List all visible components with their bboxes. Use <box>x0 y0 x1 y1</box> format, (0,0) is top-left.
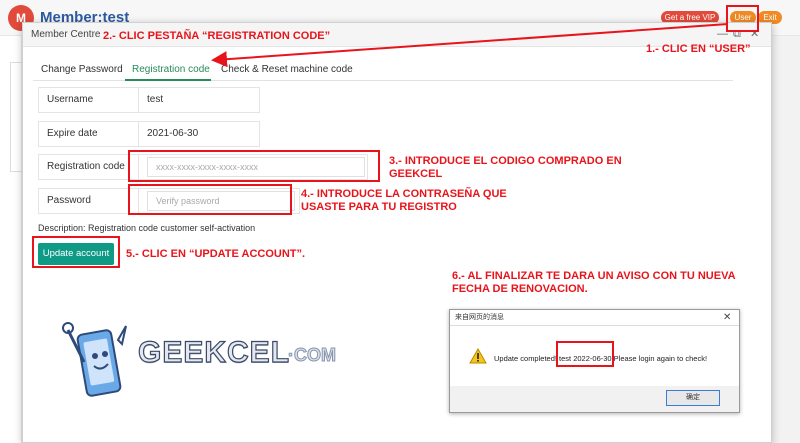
annotation-box-user <box>726 5 759 32</box>
warning-icon <box>469 348 487 364</box>
annotation-step-5: 5.- CLIC EN “UPDATE ACCOUNT”. <box>126 248 306 260</box>
annotation-box-password <box>128 184 292 215</box>
brand-watermark: GEEKCEL <box>137 335 291 369</box>
background-panel-edge <box>10 62 22 172</box>
dialog-ok-button[interactable]: 确定 <box>666 390 720 406</box>
expire-date-label: Expire date <box>39 122 139 146</box>
tab-bar: Change Password Registration code Check … <box>33 57 733 81</box>
annotation-step-4: 4.- INTRODUCE LA CONTRASEÑA QUE USASTE P… <box>301 188 507 213</box>
annotation-box-new-date <box>556 341 614 367</box>
username-row: Username test <box>38 87 260 113</box>
username-value: test <box>147 94 164 105</box>
password-label: Password <box>39 189 139 213</box>
annotation-box-registration-code <box>128 150 380 182</box>
phone-mascot-icon <box>62 322 127 397</box>
expire-date-row: Expire date 2021-06-30 <box>38 121 260 147</box>
tab-change-password[interactable]: Change Password <box>41 64 123 75</box>
registration-code-label: Registration code <box>39 155 139 179</box>
modal-title: Member Centre <box>31 29 101 40</box>
annotation-box-update-account <box>32 236 120 268</box>
annotation-step-6: 6.- AL FINALIZAR TE DARA UN AVISO CON TU… <box>452 270 736 295</box>
description-text: Description: Registration code customer … <box>38 223 256 233</box>
dialog-close-icon[interactable]: ✕ <box>723 312 731 323</box>
username-label: Username <box>39 88 139 112</box>
screenshot-stage: M Member:test Get a free VIP User Exit M… <box>0 0 800 443</box>
dialog-title: 来自网页的消息 <box>450 310 739 326</box>
background-right-panel <box>772 36 800 443</box>
annotation-step-3: 3.- INTRODUCE EL CODIGO COMPRADO EN GEEK… <box>389 155 622 180</box>
active-tab-indicator <box>125 79 211 81</box>
annotation-step-2: 2.- CLIC PESTAÑA “REGISTRATION CODE” <box>103 30 331 42</box>
brand-watermark-suffix: ·COM <box>288 345 337 366</box>
annotation-step-1: 1.- CLIC EN “USER” <box>646 43 751 55</box>
tab-registration-code[interactable]: Registration code <box>132 64 210 75</box>
tab-check-reset-machine-code[interactable]: Check & Reset machine code <box>221 64 353 75</box>
expire-date-value: 2021-06-30 <box>147 128 199 139</box>
